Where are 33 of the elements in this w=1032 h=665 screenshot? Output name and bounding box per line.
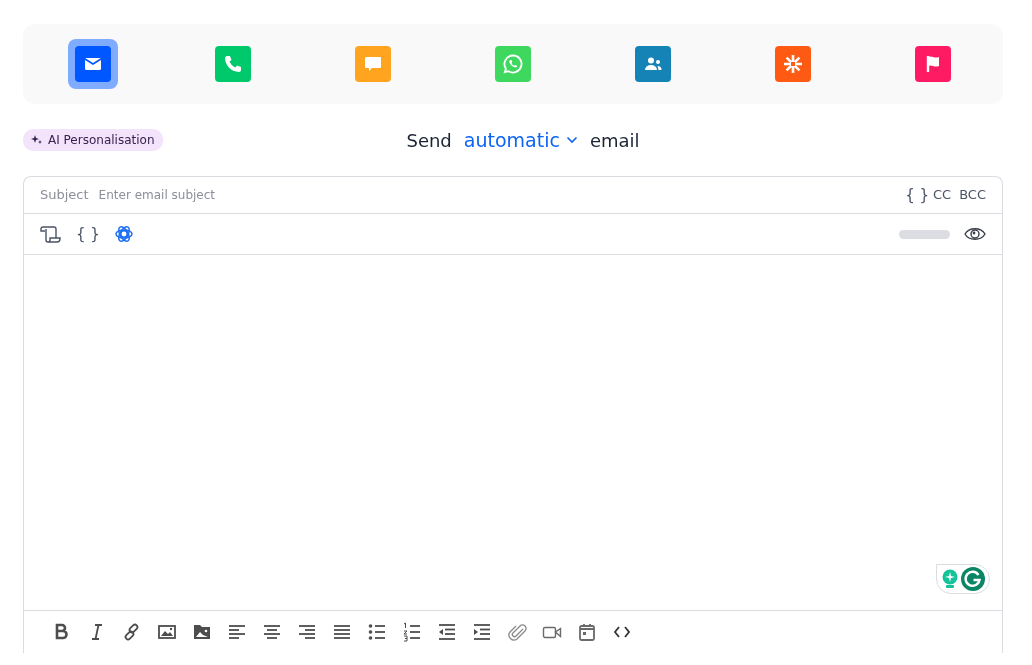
whatsapp-icon — [501, 52, 525, 76]
eye-icon[interactable] — [964, 226, 986, 242]
grammar-assistant-widget[interactable] — [936, 564, 990, 594]
paperclip-icon — [506, 622, 527, 642]
asterisk-icon — [781, 52, 805, 76]
image-icon — [156, 622, 177, 642]
loading-bar — [899, 229, 950, 239]
bullet-list-icon — [366, 622, 387, 642]
sparkle-icon — [31, 134, 43, 146]
ai-knot-icon[interactable] — [113, 224, 134, 244]
variables-button[interactable]: { } — [76, 222, 100, 246]
chevron-down-icon — [565, 136, 578, 144]
align-right-icon — [296, 622, 317, 642]
align-center-icon — [261, 622, 282, 642]
g-logo-icon — [960, 567, 985, 591]
ai-personalisation-badge[interactable]: AI Personalisation — [23, 129, 163, 151]
numbered-list-icon — [401, 622, 422, 642]
outdent-icon — [436, 622, 457, 642]
cc-button[interactable]: CC — [933, 185, 952, 205]
bcc-button[interactable]: BCC — [959, 185, 986, 205]
calendar-icon — [576, 622, 597, 642]
variables-button[interactable]: { } — [905, 183, 929, 207]
template-icon[interactable] — [40, 224, 62, 244]
subject-label: Subject — [40, 186, 89, 205]
channel-tab[interactable] — [68, 39, 118, 89]
image-folder-icon — [191, 622, 212, 642]
align-left-icon — [226, 622, 247, 642]
send-mode-dropdown[interactable]: automatic — [463, 125, 578, 155]
channel-label: email — [589, 128, 640, 153]
send-label: Send — [406, 128, 452, 153]
lightbulb-icon — [941, 569, 958, 589]
indent-icon — [471, 622, 492, 642]
justify-icon — [331, 622, 352, 642]
